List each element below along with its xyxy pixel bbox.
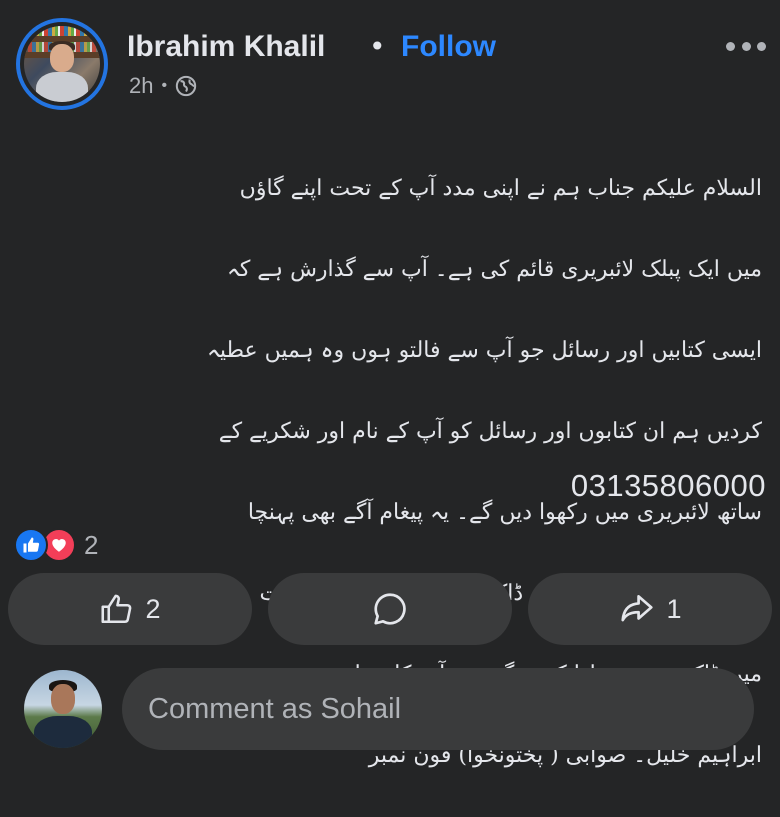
share-count: 1 (666, 593, 682, 624)
globe-icon[interactable] (175, 75, 197, 97)
user-avatar[interactable] (24, 670, 102, 748)
post-text-line: السلام علیکم جناب ہم نے اپنی مدد آپ کے ت… (239, 175, 762, 201)
like-button[interactable]: 2 (8, 573, 252, 645)
share-arrow-icon (621, 594, 654, 622)
author-photo (24, 26, 100, 102)
follow-button[interactable]: Follow (401, 30, 496, 64)
comment-button[interactable] (268, 573, 512, 645)
post-text-line: میں ایک پبلک لائبریری قائم کی ہے۔ آپ سے … (226, 256, 762, 282)
post-text-line: کردیں ہم ان کتابوں اور رسائل کو آپ کے نا… (218, 418, 762, 444)
post-actions: 2 1 (8, 573, 772, 645)
reaction-count: 2 (84, 529, 99, 560)
post-header: Ibrahim Khalil • Follow 2h • (0, 0, 780, 120)
reactions-summary[interactable]: 2 (14, 528, 98, 562)
comment-input[interactable]: Comment as Sohail (122, 668, 754, 750)
like-reaction-icon (14, 528, 48, 562)
like-count: 2 (145, 593, 161, 624)
comment-bubble-icon (374, 593, 406, 625)
post-time[interactable]: 2h (129, 73, 153, 99)
post-text-line: ایسی کتابیں اور رسائل جو آپ سے فالتو ہوں… (206, 337, 762, 363)
share-button[interactable]: 1 (528, 573, 772, 645)
more-options-icon[interactable] (726, 32, 766, 60)
meta-separator: • (161, 77, 168, 94)
post-meta: 2h • (129, 72, 197, 100)
header-separator: • (369, 30, 386, 63)
phone-number: 03135806000 (570, 468, 766, 503)
comment-composer: Comment as Sohail (0, 668, 780, 750)
author-avatar[interactable] (16, 18, 108, 110)
author-name[interactable]: Ibrahim Khalil (127, 30, 325, 64)
thumbs-up-icon (101, 594, 132, 624)
